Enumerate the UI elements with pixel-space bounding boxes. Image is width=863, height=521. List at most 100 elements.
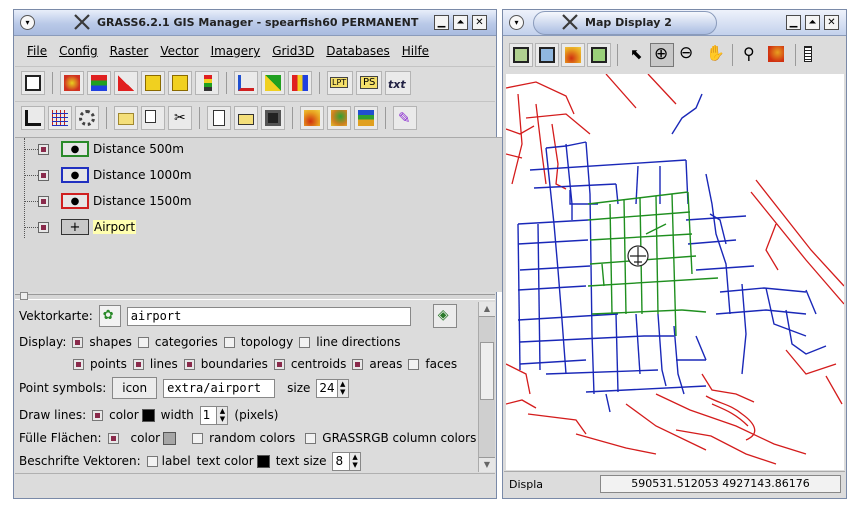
redraw-all-button[interactable] (535, 43, 559, 67)
menu-vector[interactable]: Vector (154, 44, 204, 58)
ps-text-button[interactable]: txt (385, 70, 411, 95)
random-colors-checkbox[interactable] (192, 432, 204, 444)
menu-file[interactable]: File (21, 44, 53, 58)
areas-checkbox[interactable] (352, 358, 364, 370)
copy-icon (145, 109, 156, 123)
arrows-button[interactable] (168, 70, 192, 95)
menu-hilfe[interactable]: Hilfe (396, 44, 435, 58)
nviz-button[interactable] (300, 105, 324, 130)
cell-values-button[interactable] (141, 70, 165, 95)
map-canvas[interactable] (506, 74, 844, 470)
layer-row[interactable]: ● Distance 500m (15, 138, 184, 160)
minimize-button[interactable]: ▁ (786, 15, 801, 30)
thematic-map-button[interactable] (261, 70, 285, 95)
vector-map-button[interactable] (234, 70, 258, 95)
points-checkbox[interactable] (73, 358, 84, 370)
categories-checkbox[interactable] (137, 336, 149, 348)
legend-button[interactable] (195, 70, 219, 95)
layer-checkbox[interactable] (38, 143, 49, 155)
pointer-button[interactable]: ⬉ (624, 43, 648, 67)
maximize-button[interactable]: ⏶ (453, 15, 468, 30)
print-lpt-button[interactable]: LPT (327, 70, 353, 95)
layers-stack-button[interactable] (354, 105, 378, 130)
scroll-thumb[interactable] (480, 342, 494, 400)
zoom-out-button[interactable]: ⊖ (676, 43, 700, 67)
menu-databases[interactable]: Databases (320, 44, 396, 58)
draw-lines-checkbox[interactable] (92, 409, 104, 421)
text-size-spinner[interactable]: 8 ▲ ▼ (332, 451, 362, 471)
menu-raster[interactable]: Raster (104, 44, 155, 58)
fill-checkbox[interactable] (107, 432, 119, 444)
grassrgb-checkbox[interactable] (305, 432, 317, 444)
zoom-menu-button[interactable]: ⚲ (739, 43, 763, 67)
spinner-arrows-icon[interactable]: ▲ ▼ (216, 406, 228, 424)
raster-map-button[interactable] (60, 70, 84, 95)
line-color-swatch[interactable] (141, 408, 155, 422)
window-menu-icon[interactable]: ▾ (20, 15, 35, 30)
faces-checkbox[interactable] (408, 358, 420, 370)
topology-checkbox[interactable] (223, 336, 235, 348)
select-map-button[interactable]: ✿ (98, 305, 121, 327)
close-button[interactable]: ✕ (824, 15, 839, 30)
grid-button[interactable] (48, 105, 72, 130)
histogram-button[interactable] (114, 70, 138, 95)
size-spinner[interactable]: 24 ▲ ▼ (316, 378, 349, 398)
settings-button[interactable] (75, 105, 99, 130)
properties-scrollbar[interactable]: ▲ ▼ (478, 302, 495, 472)
text-color-swatch[interactable] (256, 454, 270, 468)
profile-button[interactable] (327, 105, 351, 130)
query-button[interactable]: ◈ (432, 304, 457, 328)
icon-button[interactable]: icon (112, 377, 158, 399)
fill-color-swatch[interactable] (163, 431, 177, 445)
redraw-button[interactable] (509, 43, 533, 67)
lines-checkbox[interactable] (132, 358, 144, 370)
nviz-3d-button[interactable] (561, 43, 585, 67)
open-file-button[interactable] (234, 105, 258, 130)
rgb-button[interactable] (87, 70, 111, 95)
symbol-input[interactable]: extra/airport (163, 378, 276, 398)
width-spinner[interactable]: 1 ▲ ▼ (199, 405, 229, 425)
scroll-up-arrow[interactable]: ▲ (479, 302, 495, 317)
cut-button[interactable]: ✂ (168, 105, 192, 130)
digitize-button[interactable]: ✎ (393, 105, 417, 130)
add-group-button[interactable] (114, 105, 138, 130)
close-button[interactable]: ✕ (472, 15, 487, 30)
minimize-button[interactable]: ▁ (434, 15, 449, 30)
save-file-button[interactable] (261, 105, 285, 130)
line-directions-checkbox[interactable] (299, 336, 311, 348)
decorations-button[interactable] (802, 43, 816, 67)
spinner-arrows-icon[interactable]: ▲ ▼ (349, 452, 361, 470)
layer-row[interactable]: ● Distance 1500m (15, 190, 192, 212)
pane-grip[interactable] (20, 292, 28, 300)
scroll-down-arrow[interactable]: ▼ (479, 457, 495, 472)
menu-grid3d[interactable]: Grid3D (266, 44, 320, 58)
pane-divider[interactable] (15, 294, 495, 300)
layer-checkbox[interactable] (38, 169, 49, 181)
print-ps-button[interactable]: PS (356, 70, 382, 95)
north-arrow-button[interactable] (21, 105, 45, 130)
shapes-checkbox[interactable] (72, 336, 84, 348)
spinner-arrows-icon[interactable]: ▲ ▼ (336, 379, 348, 397)
label-checkbox[interactable] (146, 455, 158, 467)
window-menu-icon[interactable]: ▾ (509, 15, 524, 30)
layer-checkbox[interactable] (38, 221, 49, 233)
chart-button[interactable] (288, 70, 312, 95)
maximize-button[interactable]: ⏶ (805, 15, 820, 30)
erase-button[interactable] (587, 43, 611, 67)
copy-button[interactable] (141, 105, 165, 130)
menu-config[interactable]: Config (53, 44, 104, 58)
boundaries-checkbox[interactable] (183, 358, 195, 370)
query-map-button[interactable] (765, 43, 789, 67)
pan-button[interactable]: ✋ (702, 43, 726, 67)
monitor-button[interactable] (21, 70, 45, 95)
md-titlebar[interactable]: ▾ Map Display 2 ▁ ⏶ ✕ (503, 10, 846, 36)
layer-row[interactable]: ● Distance 1000m (15, 164, 192, 186)
gm-titlebar[interactable]: ▾ GRASS6.2.1 GIS Manager - spearfish60 P… (14, 10, 496, 36)
zoom-in-button[interactable]: ⊕ (650, 43, 674, 67)
layer-checkbox[interactable] (38, 195, 49, 207)
new-file-button[interactable] (207, 105, 231, 130)
layer-row-selected[interactable]: + Airport (15, 216, 137, 238)
centroids-checkbox[interactable] (273, 358, 285, 370)
menu-imagery[interactable]: Imagery (205, 44, 267, 58)
vector-map-input[interactable]: airport (126, 306, 411, 326)
